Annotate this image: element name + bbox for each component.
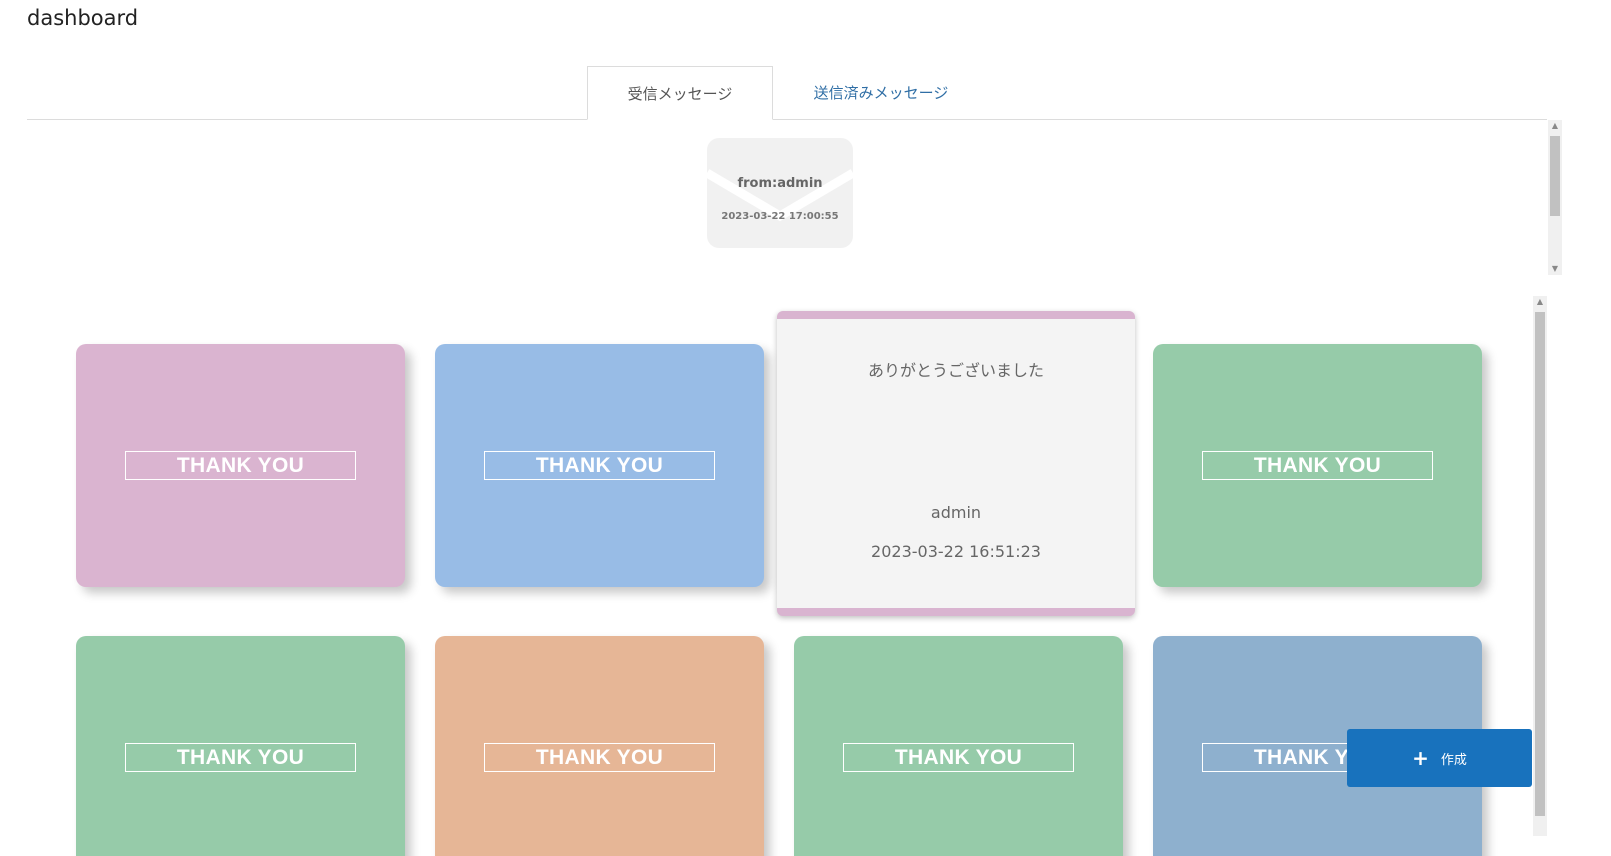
plus-icon: + bbox=[1412, 746, 1429, 770]
card-1[interactable]: THANK YOU bbox=[76, 344, 405, 587]
create-button[interactable]: + 作成 bbox=[1347, 729, 1532, 787]
card-sender: admin bbox=[930, 503, 982, 522]
card-label: THANK YOU bbox=[484, 451, 715, 480]
card-2[interactable]: THANK YOU bbox=[435, 344, 764, 587]
scroll-up-icon[interactable]: ▲ bbox=[1533, 296, 1547, 308]
envelope-date: 2023-03-22 17:00:55 bbox=[721, 211, 839, 222]
card-message: ありがとうございました bbox=[867, 361, 1044, 380]
scroll-up-icon[interactable]: ▲ bbox=[1548, 120, 1562, 132]
card-label: THANK YOU bbox=[843, 743, 1074, 772]
card-5[interactable]: THANK YOU bbox=[76, 636, 405, 856]
card-4[interactable]: THANK YOU bbox=[1153, 344, 1482, 587]
tab-sent[interactable]: 送信済みメッセージ bbox=[790, 66, 972, 119]
message-envelope[interactable]: from:admin 2023-03-22 17:00:55 bbox=[707, 138, 853, 248]
card-label: THANK YOU bbox=[125, 743, 356, 772]
card-date: 2023-03-22 16:51:23 bbox=[871, 542, 1041, 561]
scrollbar-thumb[interactable] bbox=[1550, 136, 1560, 216]
card-6[interactable]: THANK YOU bbox=[435, 636, 764, 856]
dashboard-page: dashboard 受信メッセージ 送信済みメッセージ from:admin 2… bbox=[0, 0, 1611, 856]
create-button-label: 作成 bbox=[1440, 752, 1467, 768]
opened-card[interactable]: ありがとうございました admin 2023-03-22 16:51:23 bbox=[777, 311, 1135, 616]
tab-inbox[interactable]: 受信メッセージ bbox=[587, 66, 773, 120]
card-label: THANK YOU bbox=[484, 743, 715, 772]
cards-scrollbar[interactable]: ▲ bbox=[1533, 296, 1547, 836]
scrollbar-thumb[interactable] bbox=[1535, 312, 1545, 816]
envelope-from: from:admin bbox=[737, 176, 823, 191]
card-label: THANK YOU bbox=[1202, 451, 1433, 480]
inbox-scrollbar[interactable]: ▲ ▼ bbox=[1548, 120, 1562, 275]
card-label: THANK YOU bbox=[125, 451, 356, 480]
page-title: dashboard bbox=[27, 6, 139, 30]
scroll-down-icon[interactable]: ▼ bbox=[1548, 263, 1562, 275]
envelope-icon bbox=[707, 169, 853, 222]
cards-grid: THANK YOU THANK YOU THANK YOU THANK YOU … bbox=[0, 295, 1548, 856]
inbox-pane: from:admin 2023-03-22 17:00:55 bbox=[27, 120, 1547, 275]
card-7[interactable]: THANK YOU bbox=[794, 636, 1123, 856]
